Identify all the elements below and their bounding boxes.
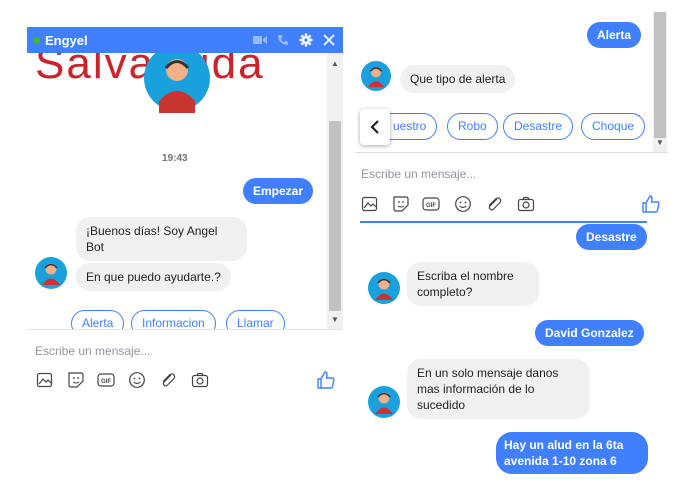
bot-avatar	[368, 272, 400, 304]
scroll-up-icon[interactable]: ▲	[331, 59, 339, 68]
quick-reply-partial[interactable]: uestro	[383, 113, 438, 140]
message-timestamp: 19:43	[162, 153, 188, 164]
bot-message-question: En que puedo ayudarte.?	[76, 263, 231, 291]
chat-titlebar[interactable]: Engyel	[27, 27, 343, 53]
phone-icon[interactable]	[277, 34, 289, 46]
image-icon[interactable]	[361, 195, 379, 213]
bot-avatar	[35, 257, 67, 289]
gif-icon[interactable]: GIF	[97, 371, 115, 389]
scroll-down-icon[interactable]: ▼	[331, 315, 339, 324]
scroll-down-icon[interactable]: ▼	[656, 138, 664, 147]
message-input[interactable]: Escribe un mensaje...	[35, 344, 150, 358]
video-icon[interactable]	[253, 35, 267, 45]
chat-title: Engyel	[45, 32, 88, 48]
bot-message-alert-type: Que tipo de alerta	[400, 65, 516, 93]
sticker-icon[interactable]	[392, 195, 410, 213]
bot-message-ask-name: Escriba el nombre completo?	[407, 262, 539, 306]
quick-reply-alerta[interactable]: Alerta	[71, 310, 125, 329]
close-icon[interactable]	[323, 34, 335, 46]
user-message-name: David Gonzalez	[535, 320, 644, 346]
quick-reply-choque[interactable]: Choque	[581, 113, 646, 140]
scrollbar-thumb[interactable]	[654, 12, 666, 138]
section-divider	[360, 221, 647, 223]
quick-reply-robo[interactable]: Robo	[447, 113, 498, 140]
emoji-icon[interactable]	[128, 371, 146, 389]
composer-right: Escribe un mensaje... GIF	[355, 152, 668, 220]
chevron-left-icon[interactable]	[360, 109, 390, 145]
quick-reply-informacion[interactable]: Informacion	[131, 310, 216, 329]
bot-avatar	[368, 386, 400, 418]
user-message-alerta: Alerta	[587, 22, 642, 48]
gear-icon[interactable]	[299, 33, 313, 47]
message-input[interactable]: Escribe un mensaje...	[361, 167, 476, 181]
chat-window-right-top: Alerta Que tipo de alerta uestro Robo De…	[355, 12, 672, 220]
chat-window-left: Engyel Salva Vida ▲ ▼ 19:43 Empezar ¡Bue…	[27, 27, 343, 427]
quick-reply-desastre[interactable]: Desastre	[503, 113, 574, 140]
emoji-icon[interactable]	[454, 195, 472, 213]
sticker-icon[interactable]	[67, 371, 85, 389]
bot-message-greeting: ¡Buenos días! Soy Angel Bot	[76, 217, 247, 261]
conversation-right-bottom: Desastre Escriba el nombre completo? Dav…	[360, 224, 660, 494]
bot-avatar	[361, 61, 391, 91]
bot-message-ask-details: En un solo mensaje danos mas información…	[407, 359, 590, 419]
attach-icon[interactable]	[159, 371, 177, 389]
scrollbar-left[interactable]: ▲ ▼	[327, 53, 343, 329]
user-message-empezar: Empezar	[243, 178, 314, 204]
bot-avatar-large	[144, 53, 210, 113]
conversation-left: Salva Vida ▲ ▼ 19:43 Empezar ¡Buenos día…	[27, 53, 343, 329]
like-icon[interactable]	[316, 370, 336, 390]
composer-left: Escribe un mensaje... GIF	[27, 329, 343, 427]
user-message-desastre: Desastre	[576, 224, 647, 250]
svg-text:GIF: GIF	[426, 203, 436, 209]
attach-icon[interactable]	[485, 195, 503, 213]
user-message-details: Hay un alud en la 6ta avenida 1-10 zona …	[496, 432, 648, 474]
online-indicator	[33, 36, 40, 44]
quick-reply-llamar[interactable]: Llamar	[226, 310, 285, 329]
scrollbar-thumb[interactable]	[329, 121, 341, 311]
svg-text:GIF: GIF	[101, 379, 111, 385]
camera-icon[interactable]	[517, 195, 535, 213]
gif-icon[interactable]: GIF	[422, 195, 440, 213]
camera-icon[interactable]	[191, 371, 209, 389]
scrollbar-right-top[interactable]: ▼	[653, 12, 667, 152]
like-icon[interactable]	[641, 194, 661, 214]
image-icon[interactable]	[36, 371, 54, 389]
